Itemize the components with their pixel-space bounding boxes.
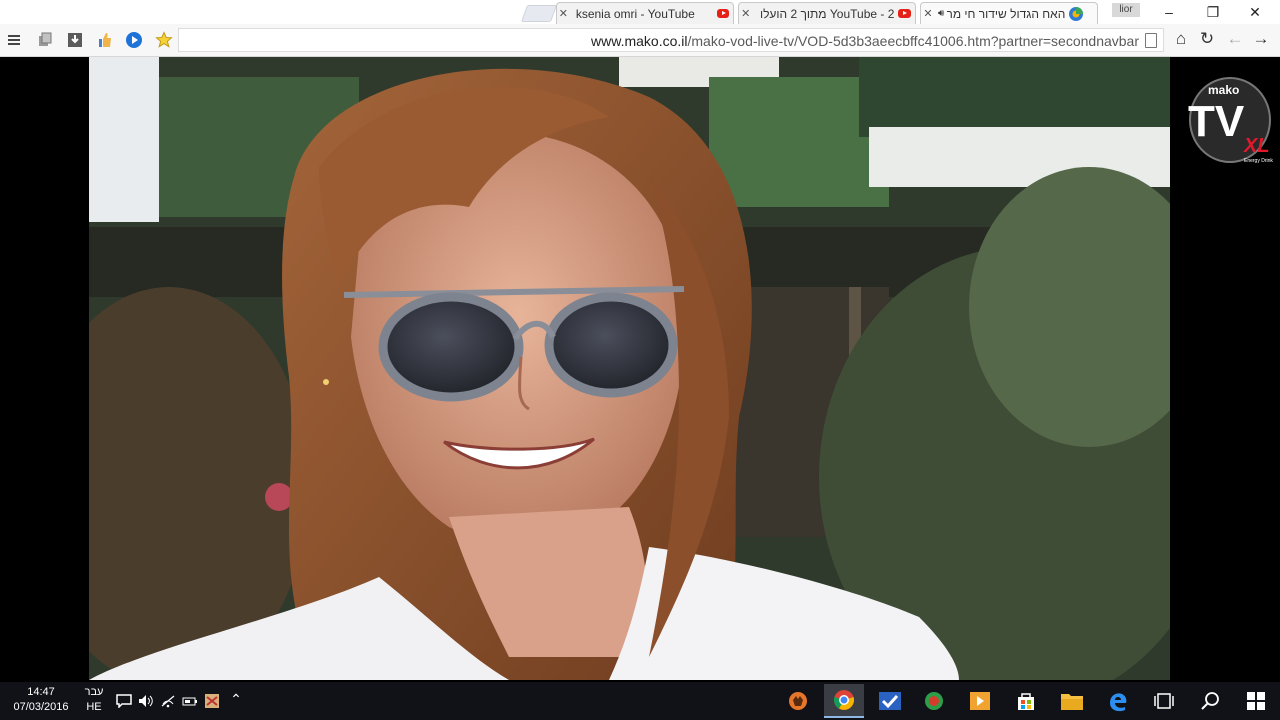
youtube-icon: [898, 9, 911, 18]
app-tray-icon[interactable]: [204, 694, 220, 708]
minimize-button[interactable]: –: [1148, 0, 1190, 24]
check-app-icon[interactable]: [870, 684, 910, 718]
back-arrow-icon[interactable]: ←: [1224, 29, 1246, 49]
url-text[interactable]: www.mako.co.il/mako-vod-live-tv/VOD-5d3b…: [591, 33, 1139, 49]
clock-time: 14:47: [27, 686, 55, 698]
play-circle-icon[interactable]: [125, 31, 143, 49]
close-button[interactable]: ✕: [1234, 0, 1276, 24]
thumbs-up-icon[interactable]: [96, 31, 114, 49]
windows-start-icon[interactable]: [1236, 684, 1276, 718]
mako-tv-xl-logo: mako TV XL Energy Drink: [1186, 74, 1276, 166]
clock-date: 07/03/2016: [13, 701, 69, 713]
home-icon[interactable]: ⌂: [1170, 29, 1192, 49]
page-info-icon[interactable]: [1145, 33, 1157, 48]
new-tab-button[interactable]: [520, 5, 558, 22]
chrome-icon[interactable]: [824, 684, 864, 718]
tab-title: האח הגדול שידור חי מר: [947, 6, 1066, 21]
tab-close-icon[interactable]: ✕: [921, 7, 935, 20]
pawn-app-icon[interactable]: [778, 684, 818, 718]
chevron-up-icon[interactable]: ⌃: [228, 691, 244, 708]
language-indicator[interactable]: עבר HE: [80, 686, 108, 713]
clock[interactable]: 14:47 07/03/2016: [12, 686, 70, 713]
video-player[interactable]: mako TV XL Energy Drink: [0, 57, 1280, 682]
tab-youtube-uploads[interactable]: ✕ YouTube - 2 מתוך 2 הועלו: [738, 2, 916, 24]
tab-title: ksenia omri - YouTube: [575, 6, 695, 21]
video-frame: [89, 57, 1170, 680]
search-icon[interactable]: [1190, 684, 1230, 718]
menu-icon[interactable]: [6, 31, 24, 49]
media-player-icon[interactable]: [960, 684, 1000, 718]
address-bar[interactable]: www.mako.co.il/mako-vod-live-tv/VOD-5d3b…: [178, 28, 1164, 52]
tab-mako-live[interactable]: ✕ 🔊︎ האח הגדול שידור חי מר: [920, 2, 1098, 24]
logo-sub-text: Energy Drink: [1244, 158, 1273, 164]
audio-playing-icon: 🔊︎: [938, 8, 945, 19]
tab-ksenia-omri[interactable]: ✕ ksenia omri - YouTube: [556, 2, 734, 24]
battery-icon[interactable]: [182, 694, 198, 708]
file-explorer-icon[interactable]: [1052, 684, 1092, 718]
tab-close-icon[interactable]: ✕: [557, 7, 570, 20]
title-bar: ✕ ksenia omri - YouTube ✕ YouTube - 2 מת…: [0, 0, 1280, 24]
ribbon-app-icon[interactable]: [914, 684, 954, 718]
notification-icon[interactable]: [116, 694, 132, 708]
url-host: www.mako.co.il: [591, 33, 688, 49]
volume-icon[interactable]: [138, 694, 154, 708]
video-still-image: [89, 57, 1170, 680]
reload-icon[interactable]: ↻: [1196, 29, 1218, 49]
tab-title: YouTube - 2 מתוך 2 הועלו: [759, 6, 895, 21]
language-code: HE: [86, 701, 102, 713]
edge-icon[interactable]: [1098, 684, 1138, 718]
download-icon[interactable]: [66, 31, 84, 49]
task-view-icon[interactable]: [1144, 684, 1184, 718]
wifi-icon[interactable]: [160, 694, 176, 708]
youtube-icon: [717, 9, 729, 18]
restore-button[interactable]: ❐: [1192, 0, 1234, 24]
profile-button[interactable]: lior: [1112, 3, 1140, 17]
browser-toolbar: www.mako.co.il/mako-vod-live-tv/VOD-5d3b…: [0, 24, 1280, 57]
logo-tv-text: TV: [1188, 97, 1245, 146]
mako-tv-icon: [1069, 6, 1084, 21]
forward-arrow-icon[interactable]: →: [1250, 29, 1272, 49]
url-path: /mako-vod-live-tv/VOD-5d3b3aeecbffc41006…: [687, 33, 1140, 49]
star-icon[interactable]: [155, 31, 173, 49]
logo-brand-text: mako: [1208, 83, 1239, 97]
tab-close-icon[interactable]: ✕: [739, 7, 753, 20]
windows-taskbar: 14:47 07/03/2016 עבר HE ⌃: [0, 682, 1280, 720]
logo-xl-badge: XL: [1243, 135, 1270, 157]
store-icon[interactable]: [1006, 684, 1046, 718]
language-native: עבר: [84, 686, 104, 698]
copy-icon[interactable]: [36, 31, 54, 49]
